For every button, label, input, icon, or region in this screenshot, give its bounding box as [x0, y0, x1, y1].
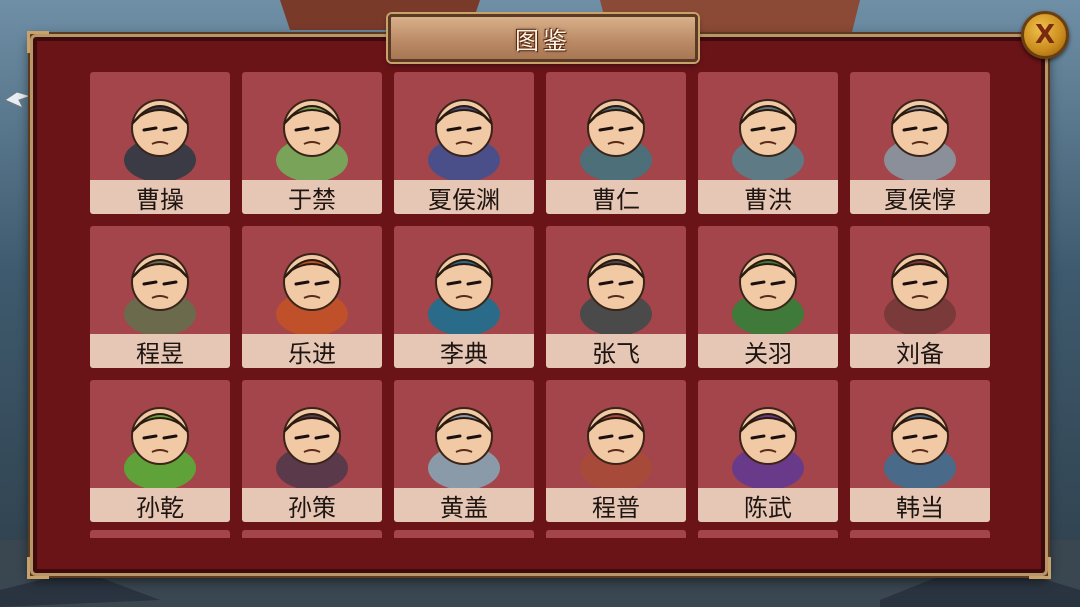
hero-portrait-icon	[580, 253, 652, 334]
hero-card[interactable]: 于禁	[242, 72, 382, 214]
hero-portrait-icon	[732, 407, 804, 488]
hero-name-bar: 夏侯惇	[850, 180, 990, 214]
hero-portrait-icon	[428, 99, 500, 180]
hero-name-bar: 刘备	[850, 334, 990, 368]
hero-name-bar: 于禁	[242, 180, 382, 214]
hero-name-bar: 程昱	[90, 334, 230, 368]
hero-card[interactable]: 夏侯渊	[394, 72, 534, 214]
close-icon: X	[1034, 20, 1056, 50]
hero-portrait-icon	[276, 407, 348, 488]
hero-portrait-icon	[732, 253, 804, 334]
hero-name-bar: 张飞	[546, 334, 686, 368]
hero-portrait-icon	[428, 407, 500, 488]
hero-name: 夏侯惇	[884, 185, 956, 214]
page-title: 图鉴	[515, 26, 571, 55]
hero-name: 程普	[592, 493, 640, 522]
hero-card-partial	[242, 530, 382, 538]
hero-name: 张飞	[592, 339, 640, 368]
hero-name: 孙乾	[136, 493, 184, 522]
hero-grid: 曹操 于禁 夏侯渊 曹仁 曹洪 夏侯惇程昱 乐进 李典 张飞 关羽 刘备孙乾 孙策 黄盖 程普 陈武 韩当	[90, 72, 990, 522]
hero-portrait-icon	[124, 99, 196, 180]
hero-name-bar: 曹仁	[546, 180, 686, 214]
hero-name-bar: 孙乾	[90, 488, 230, 522]
hero-name: 孙策	[288, 493, 336, 522]
hero-portrait-icon	[732, 99, 804, 180]
hero-name: 乐进	[288, 339, 336, 368]
hero-portrait-icon	[884, 407, 956, 488]
hero-name: 黄盖	[440, 493, 488, 522]
hero-name: 夏侯渊	[428, 185, 500, 214]
hero-card[interactable]: 韩当	[850, 380, 990, 522]
hero-name: 韩当	[896, 493, 944, 522]
hero-name-bar: 曹操	[90, 180, 230, 214]
hero-card[interactable]: 程昱	[90, 226, 230, 368]
hero-card[interactable]: 孙策	[242, 380, 382, 522]
panel-corner-decoration	[1029, 557, 1051, 579]
bird-decoration-icon	[3, 91, 33, 110]
hero-card[interactable]: 曹仁	[546, 72, 686, 214]
hero-name-bar: 夏侯渊	[394, 180, 534, 214]
hero-card[interactable]: 乐进	[242, 226, 382, 368]
hero-card[interactable]: 夏侯惇	[850, 72, 990, 214]
hero-card[interactable]: 陈武	[698, 380, 838, 522]
hero-portrait-icon	[428, 253, 500, 334]
hero-card-partial	[850, 530, 990, 538]
hero-card[interactable]: 程普	[546, 380, 686, 522]
hero-card[interactable]: 曹洪	[698, 72, 838, 214]
hero-name: 曹操	[136, 185, 184, 214]
hero-name-bar: 韩当	[850, 488, 990, 522]
title-plate: 图鉴	[388, 14, 698, 62]
hero-name: 刘备	[896, 339, 944, 368]
hero-name: 曹洪	[744, 185, 792, 214]
hero-card[interactable]: 孙乾	[90, 380, 230, 522]
hero-portrait-icon	[884, 99, 956, 180]
hero-name-bar: 程普	[546, 488, 686, 522]
hero-card-partial	[394, 530, 534, 538]
hero-portrait-icon	[124, 253, 196, 334]
hero-portrait-icon	[124, 407, 196, 488]
hero-card[interactable]: 李典	[394, 226, 534, 368]
hero-portrait-icon	[580, 407, 652, 488]
hero-portrait-icon	[276, 253, 348, 334]
hero-card[interactable]: 关羽	[698, 226, 838, 368]
panel-corner-decoration	[27, 557, 49, 579]
hero-name-bar: 李典	[394, 334, 534, 368]
hero-name-bar: 乐进	[242, 334, 382, 368]
hero-name: 曹仁	[592, 185, 640, 214]
hero-name: 李典	[440, 339, 488, 368]
hero-name: 陈武	[744, 493, 792, 522]
hero-name-bar: 关羽	[698, 334, 838, 368]
hero-name: 关羽	[744, 339, 792, 368]
hero-name-bar: 陈武	[698, 488, 838, 522]
hero-card[interactable]: 黄盖	[394, 380, 534, 522]
hero-name: 程昱	[136, 339, 184, 368]
hero-portrait-icon	[276, 99, 348, 180]
hero-card[interactable]: 刘备	[850, 226, 990, 368]
hero-card-partial	[90, 530, 230, 538]
hero-name-bar: 黄盖	[394, 488, 534, 522]
hero-card[interactable]: 张飞	[546, 226, 686, 368]
hero-name: 于禁	[288, 185, 336, 214]
hero-portrait-icon	[884, 253, 956, 334]
hero-card[interactable]: 曹操	[90, 72, 230, 214]
hero-name-bar: 孙策	[242, 488, 382, 522]
hero-name-bar: 曹洪	[698, 180, 838, 214]
hero-card-partial	[546, 530, 686, 538]
panel-corner-decoration	[27, 31, 49, 53]
hero-card-partial	[698, 530, 838, 538]
hero-portrait-icon	[580, 99, 652, 180]
close-button[interactable]: X	[1021, 11, 1069, 59]
